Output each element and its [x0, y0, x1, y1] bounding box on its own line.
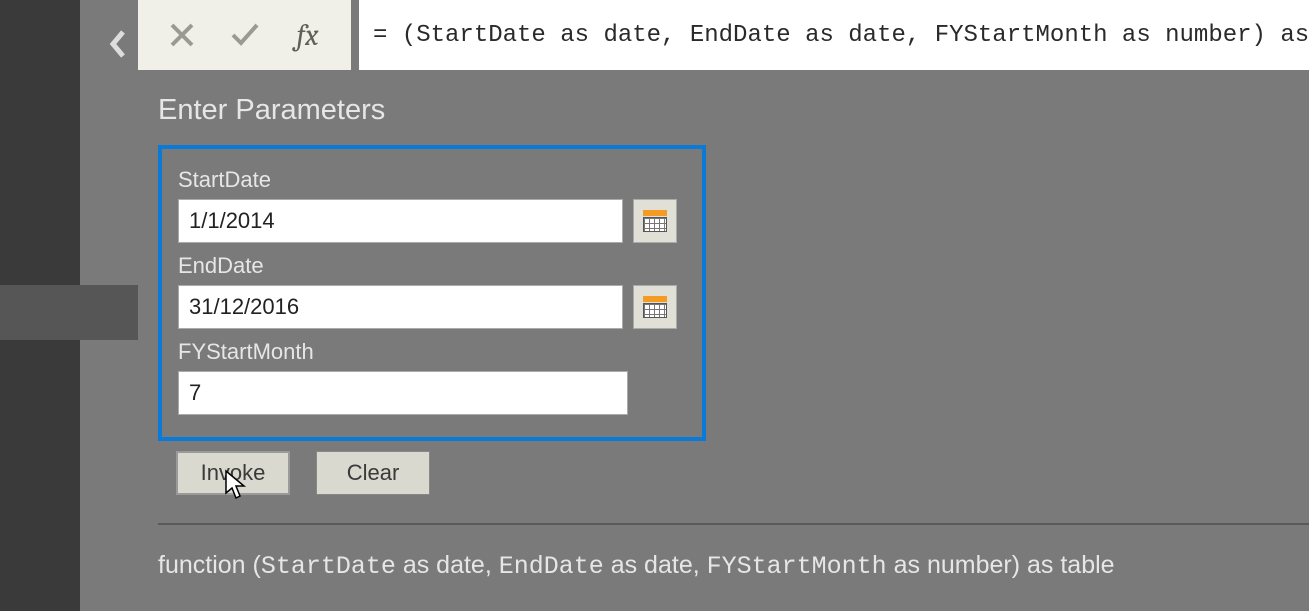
left-highlight-band [0, 285, 138, 340]
x-icon [169, 22, 195, 48]
sig-prefix: function ( [158, 551, 261, 579]
back-button[interactable] [98, 24, 138, 64]
function-signature: function (StartDate as date, EndDate as … [158, 551, 1309, 581]
content-area: Enter Parameters StartDate EndDate [138, 70, 1309, 581]
start-date-picker-button[interactable] [633, 199, 677, 243]
calendar-icon [643, 296, 667, 318]
cancel-formula-button[interactable] [162, 15, 202, 55]
end-date-input[interactable] [178, 285, 623, 329]
button-row: Invoke Clear [158, 451, 1309, 495]
sig-p2: EndDate [499, 552, 604, 581]
invoke-button[interactable]: Invoke [176, 451, 290, 495]
chevron-left-icon [107, 30, 129, 58]
confirm-formula-button[interactable] [225, 15, 265, 55]
clear-button[interactable]: Clear [316, 451, 430, 495]
page-title: Enter Parameters [158, 94, 1309, 127]
fy-start-month-input[interactable] [178, 371, 628, 415]
fx-button[interactable]: fx [288, 15, 328, 55]
sig-as1: as date, [396, 551, 499, 579]
check-icon [230, 22, 260, 48]
divider [158, 523, 1309, 525]
sig-p1: StartDate [261, 552, 396, 581]
fy-start-month-label: FYStartMonth [178, 339, 686, 365]
sig-as2: as date, [604, 551, 707, 579]
end-date-picker-button[interactable] [633, 285, 677, 329]
start-date-input[interactable] [178, 199, 623, 243]
formula-input[interactable]: = (StartDate as date, EndDate as date, F… [359, 0, 1309, 70]
formula-bar-row: fx = (StartDate as date, EndDate as date… [138, 0, 1309, 70]
start-date-label: StartDate [178, 167, 686, 193]
left-panel [0, 0, 138, 611]
calendar-icon [643, 210, 667, 232]
fx-icon: fx [297, 18, 319, 53]
parameters-box: StartDate EndDate FYStartMonth [158, 145, 706, 441]
formula-gap [351, 0, 359, 70]
end-date-label: EndDate [178, 253, 686, 279]
formula-controls: fx [138, 0, 351, 70]
sig-p3: FYStartMonth [707, 552, 887, 581]
main-area: fx = (StartDate as date, EndDate as date… [138, 0, 1309, 611]
sig-as3: as number) as table [887, 551, 1115, 579]
